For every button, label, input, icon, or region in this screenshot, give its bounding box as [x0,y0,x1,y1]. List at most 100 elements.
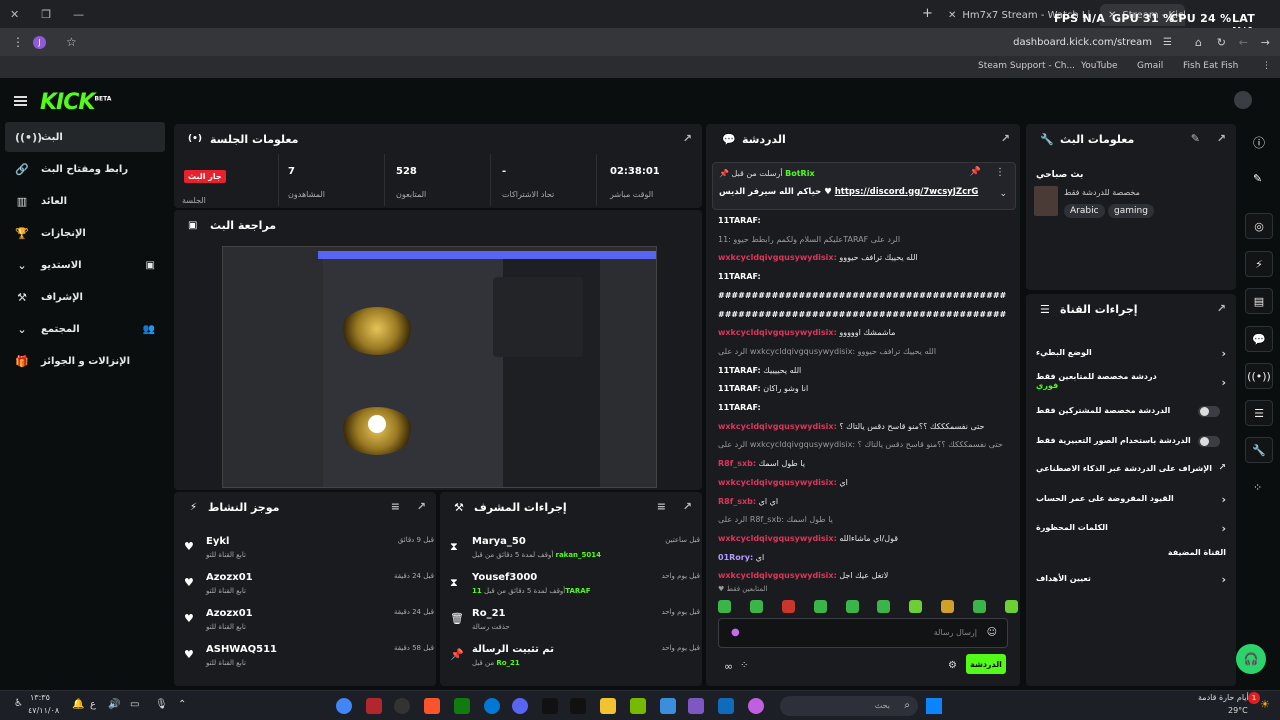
nvidia-icon[interactable] [630,698,646,714]
mod-target[interactable]: Yousef3000 [472,572,537,583]
emoji-icon[interactable]: ☺ [987,627,997,638]
filter-icon[interactable]: ≡ [657,500,666,513]
chat-username[interactable]: 11TARAF: [718,272,761,281]
bookmark-item[interactable]: Fish Eat Fish [1183,61,1238,71]
apps-icon[interactable]: ⁘ [1253,481,1262,494]
back-icon[interactable]: → [1261,36,1270,49]
activity-user[interactable]: Eykl [206,536,229,547]
app-icon[interactable] [394,698,410,714]
acrobat-icon[interactable] [366,698,382,714]
nav-item-moderation[interactable]: ⚒ الإشراف [5,282,165,312]
emote-icon[interactable] [749,600,763,613]
copilot-icon[interactable] [748,698,764,714]
expand-icon[interactable]: ↗ [1001,132,1010,145]
emote-icon[interactable] [909,600,923,613]
emote-icon[interactable] [813,600,827,613]
language-icon[interactable]: ع [90,699,96,710]
site-settings-icon[interactable]: ☰ [1163,37,1172,48]
user-avatar[interactable] [1234,91,1252,109]
emote-icon[interactable] [941,600,955,613]
menu-icon[interactable]: ⋮ [12,35,24,49]
emote-icon[interactable] [718,600,731,613]
more-options-icon[interactable]: ⋮ [995,167,1005,178]
mod-moderator[interactable]: rakan_5014 [556,551,602,559]
chat-username[interactable]: wxkcycldqivgqusywydisix: [718,328,837,337]
setting-slow-mode[interactable]: الوضع البطيء › [1036,347,1226,360]
more-bookmarks-icon[interactable]: ⋮ [1262,61,1271,71]
capcut-icon[interactable] [570,698,586,714]
chat-username[interactable]: R8f_sxb: [718,459,756,468]
chat-username[interactable]: 11TARAF: [718,216,761,225]
emote-icon[interactable] [973,600,986,613]
chat-username[interactable]: wxkcycldqivgqusywydisix: [718,422,837,431]
activity-user[interactable]: Azozx01 [206,572,253,583]
new-tab-icon[interactable]: + [922,6,933,21]
activity-user[interactable]: ASHWAQ511 [206,644,277,655]
chat-username[interactable]: 11TARAF: [718,384,761,393]
pencil-icon[interactable]: ✎ [1253,172,1262,185]
pinned-user[interactable]: BotRix [785,169,814,178]
edit-icon[interactable]: ✎ [1191,132,1200,145]
chat-username[interactable]: wxkcycldqivgqusywydisix: [718,534,837,543]
chat-send-button[interactable]: الدردشة [966,654,1006,674]
setting-goals[interactable]: تعيين الأهداف › [1036,573,1226,586]
nav-item-community[interactable]: ⌄ المجتمع 👥 [5,314,165,344]
tool-chat-button[interactable]: 💬 [1245,326,1273,352]
stream-category[interactable]: مخصصة للدردشة فقط [1064,188,1140,197]
tool-notes-button[interactable]: ▤ [1245,288,1273,314]
emote-icon[interactable] [845,600,859,613]
expand-icon[interactable]: ↗ [1217,132,1226,145]
gear-icon[interactable]: ⚙ [948,660,957,671]
kick-logo[interactable]: KICKBETA [40,90,111,115]
chevron-up-icon[interactable]: ⌃ [178,699,186,710]
tiktok-icon[interactable] [542,698,558,714]
infinity-icon[interactable]: ∞ [724,660,733,673]
expand-icon[interactable]: ↗ [417,500,426,513]
outlook-icon[interactable] [718,698,734,714]
emote-icon[interactable] [1004,600,1018,613]
setting-ai-moderation[interactable]: الإشراف على الدردشة عبر الذكاء الاصطناعي… [1036,463,1226,473]
mod-moderator[interactable]: Ro_21 [496,659,519,667]
apps-icon[interactable]: ⁘ [740,660,748,671]
nav-item-live[interactable]: ((•)) البث [5,122,165,152]
subscribers-only-toggle[interactable] [1198,406,1220,417]
emote-only-toggle[interactable] [1198,436,1220,447]
notification-bell-icon[interactable]: 🔔 [72,699,84,710]
app-icon[interactable] [688,698,704,714]
edge-icon[interactable] [484,698,500,714]
mic-icon[interactable]: 🎙 [155,699,168,710]
bookmark-item[interactable]: Gmail [1137,61,1163,71]
activity-user[interactable]: Azozx01 [206,608,253,619]
nav-item-stream-key[interactable]: 🔗 رابط ومفتاح البث [5,154,165,184]
profile-avatar[interactable]: J [33,35,46,49]
stream-preview-video[interactable] [222,246,657,488]
close-window-icon[interactable]: ✕ [10,8,19,21]
nav-item-revenue[interactable]: ▥ العائد [5,186,165,216]
windows-start-icon[interactable] [926,698,942,714]
filter-icon[interactable]: ≡ [391,500,400,513]
setting-account-age[interactable]: القيود المفروضة على عمر الحساب › [1036,493,1226,506]
restore-window-icon[interactable]: ❐ [41,8,51,21]
chat-username[interactable]: 11TARAF: [718,403,761,412]
pinned-link[interactable]: https://discord.gg/7wcsyJZcrG [835,187,979,197]
chevron-down-icon[interactable]: ⌄ [999,189,1007,199]
forward-icon[interactable]: ← [1239,36,1248,49]
microphone-icon[interactable]: ● [731,627,740,638]
accessibility-icon[interactable]: ♿ [14,698,23,709]
taskbar-search[interactable]: ⌕ بحث [780,696,918,716]
tool-bolt-button[interactable]: ⚡ [1245,251,1273,277]
emote-icon[interactable] [877,600,891,613]
app-icon[interactable] [660,698,676,714]
chat-username[interactable]: 11TARAF: [718,366,761,375]
mod-target[interactable]: Ro_21 [472,608,506,619]
hamburger-menu-icon[interactable] [14,96,27,106]
discord-icon[interactable] [512,698,528,714]
xbox-icon[interactable] [454,698,470,714]
emote-icon[interactable] [781,600,795,613]
support-headset-button[interactable]: 🎧 [1236,644,1266,674]
url-field[interactable]: dashboard.kick.com/stream [1013,37,1152,48]
reload-icon[interactable]: ↻ [1217,36,1226,49]
chrome-icon[interactable] [336,698,352,714]
info-icon[interactable]: ⓘ [1253,134,1265,151]
category-thumbnail[interactable] [1034,186,1058,216]
